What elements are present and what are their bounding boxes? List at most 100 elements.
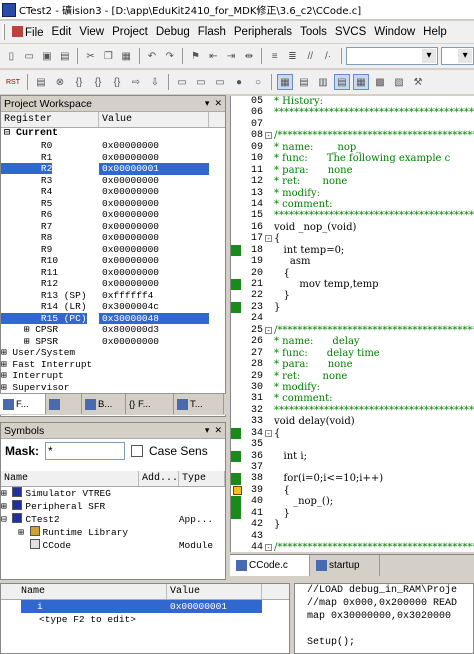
menu-peripherals[interactable]: Peripherals	[230, 26, 296, 38]
command-window-icon[interactable]: ▭	[174, 74, 190, 90]
register-row[interactable]: ⊞ SPSR 0x00000000	[1, 336, 225, 348]
disassembly-window-icon[interactable]: ▭	[193, 74, 209, 90]
mask-input[interactable]	[45, 442, 126, 460]
logic-analyzer-icon[interactable]: ▩	[372, 74, 388, 90]
code-line[interactable]: 23}	[231, 301, 474, 314]
register-row[interactable]: R10 0x00000000	[1, 255, 225, 267]
code-line[interactable]: 08-/************************************…	[231, 130, 474, 141]
cut-icon[interactable]: ✂	[83, 48, 98, 64]
symbol-address-column[interactable]: Add...	[139, 471, 179, 486]
code-line[interactable]: 40 _nop_();	[231, 496, 474, 508]
code-line[interactable]: 36 int i;	[231, 450, 474, 462]
tab-templates[interactable]: T...	[174, 394, 224, 414]
code-coverage-icon[interactable]: ▤	[296, 74, 312, 90]
reset-button[interactable]: RST	[4, 74, 22, 90]
code-line[interactable]: 21 mov temp,temp	[231, 279, 474, 291]
step-over-icon[interactable]: {}	[90, 74, 106, 90]
menu-help[interactable]: Help	[419, 26, 451, 38]
code-line[interactable]: 14 * comment:	[231, 199, 474, 210]
code-line[interactable]: 19 asm	[231, 256, 474, 267]
menu-edit[interactable]: Edit	[48, 26, 76, 38]
code-line[interactable]: 43	[231, 531, 474, 542]
symbol-name-column[interactable]: Name	[1, 471, 139, 486]
code-line[interactable]: 11 * para: none	[231, 165, 474, 176]
register-row[interactable]: R0 0x00000000	[1, 140, 225, 152]
collapse-icon[interactable]: ⊟	[4, 128, 16, 139]
fold-icon[interactable]: -	[265, 544, 272, 552]
step-into-icon[interactable]: {}	[71, 74, 87, 90]
redo-icon[interactable]: ↷	[162, 48, 177, 64]
watch-add-row[interactable]: <type F2 to edit>	[1, 613, 289, 626]
clear-bookmarks-icon[interactable]: ⇹	[242, 48, 257, 64]
register-group-row[interactable]: ⊞ Interrupt	[1, 370, 225, 382]
fold-icon[interactable]: -	[265, 132, 272, 140]
watch-window-icon[interactable]: ▦	[277, 74, 293, 90]
menu-tools[interactable]: Tools	[296, 26, 331, 38]
register-row[interactable]: R3 0x00000000	[1, 175, 225, 187]
find-combo[interactable]	[346, 47, 439, 65]
symbol-row[interactable]: ⊞ Peripheral SFR	[1, 500, 225, 513]
bookmark-icon[interactable]: ⚑	[188, 48, 203, 64]
code-line[interactable]: 12 * ret: none	[231, 176, 474, 187]
register-row[interactable]: R12 0x00000000	[1, 278, 225, 290]
register-group-current[interactable]: ⊟ Current	[1, 128, 225, 140]
code-line[interactable]: 42}	[231, 519, 474, 530]
register-row[interactable]: R11 0x00000000	[1, 267, 225, 279]
tab-ccode[interactable]: CCode.c	[230, 555, 310, 576]
register-group-row[interactable]: ⊞ Fast Interrupt	[1, 359, 225, 371]
comment-icon[interactable]: //	[303, 48, 318, 64]
register-row[interactable]: R2 0x00000001	[1, 163, 225, 175]
register-row[interactable]: R6 0x00000000	[1, 209, 225, 221]
close-icon[interactable]: ✕	[214, 425, 222, 436]
watch-value-column[interactable]: Value	[167, 584, 262, 599]
code-line[interactable]: 24	[231, 313, 474, 324]
code-line[interactable]: 44-/************************************…	[231, 542, 474, 552]
register-row[interactable]: R14 (LR) 0x3000004c	[1, 301, 225, 313]
run-to-cursor-icon[interactable]: ⇨	[128, 74, 144, 90]
menu-svcs[interactable]: SVCS	[331, 26, 370, 38]
symbol-type-column[interactable]: Type	[179, 471, 225, 486]
symbol-row[interactable]: ⊞ Simulator VTREG	[1, 487, 225, 500]
new-file-icon[interactable]: ▯	[4, 48, 19, 64]
menu-debug[interactable]: Debug	[152, 26, 194, 38]
code-line[interactable]: 34-{	[231, 427, 474, 440]
save-all-icon[interactable]: ▤	[57, 48, 72, 64]
code-line[interactable]: 13 * modify:	[231, 188, 474, 199]
case-sensitive-checkbox[interactable]	[131, 445, 144, 457]
code-line[interactable]: 18 int temp=0;	[231, 244, 474, 257]
code-line[interactable]: 37	[231, 462, 474, 473]
register-column-header[interactable]: Register	[1, 112, 99, 127]
register-row[interactable]: R13 (SP) 0xffffff4	[1, 290, 225, 302]
code-line[interactable]: 05 * History:	[231, 96, 474, 107]
undo-icon[interactable]: ↶	[145, 48, 160, 64]
copy-icon[interactable]: ❐	[101, 48, 116, 64]
fold-icon[interactable]: -	[265, 429, 272, 437]
uncomment-icon[interactable]: /·	[321, 48, 336, 64]
menu-view[interactable]: View	[75, 26, 108, 38]
code-line[interactable]: 06 **************************************…	[231, 107, 474, 118]
code-line[interactable]: 33 void delay(void)	[231, 416, 474, 427]
symbol-row[interactable]: ⊟ CTest2 App...	[1, 513, 225, 526]
register-row[interactable]: R5 0x00000000	[1, 198, 225, 210]
tab-registers[interactable]	[46, 394, 82, 414]
code-line[interactable]: 22 }	[231, 290, 474, 301]
stop-icon[interactable]: ⊗	[52, 74, 68, 90]
code-line[interactable]: 30 * modify:	[231, 382, 474, 393]
step-out-icon[interactable]: {}	[109, 74, 125, 90]
dock-icon[interactable]: ▾	[205, 425, 210, 436]
register-group-row[interactable]: ⊞ Supervisor	[1, 382, 225, 394]
code-line[interactable]: 35	[231, 439, 474, 450]
register-row[interactable]: R4 0x00000000	[1, 186, 225, 198]
code-line[interactable]: 15 **************************************…	[231, 210, 474, 221]
prev-bookmark-icon[interactable]: ⇤	[206, 48, 221, 64]
symbol-row[interactable]: CCode Module	[1, 539, 225, 552]
code-line[interactable]: 25-/************************************…	[231, 325, 474, 336]
target-combo[interactable]	[441, 47, 474, 65]
memory-window-icon[interactable]: ▦	[353, 74, 369, 90]
serial-window-icon[interactable]: ▥	[315, 74, 331, 90]
dock-icon[interactable]: ▾	[205, 98, 210, 109]
code-line[interactable]: 29 * ret: none	[231, 371, 474, 382]
menu-flash[interactable]: Flash	[194, 26, 230, 38]
register-row[interactable]: R15 (PC) 0x30000048	[1, 312, 225, 324]
code-line[interactable]: 16 void _nop_(void)	[231, 222, 474, 233]
